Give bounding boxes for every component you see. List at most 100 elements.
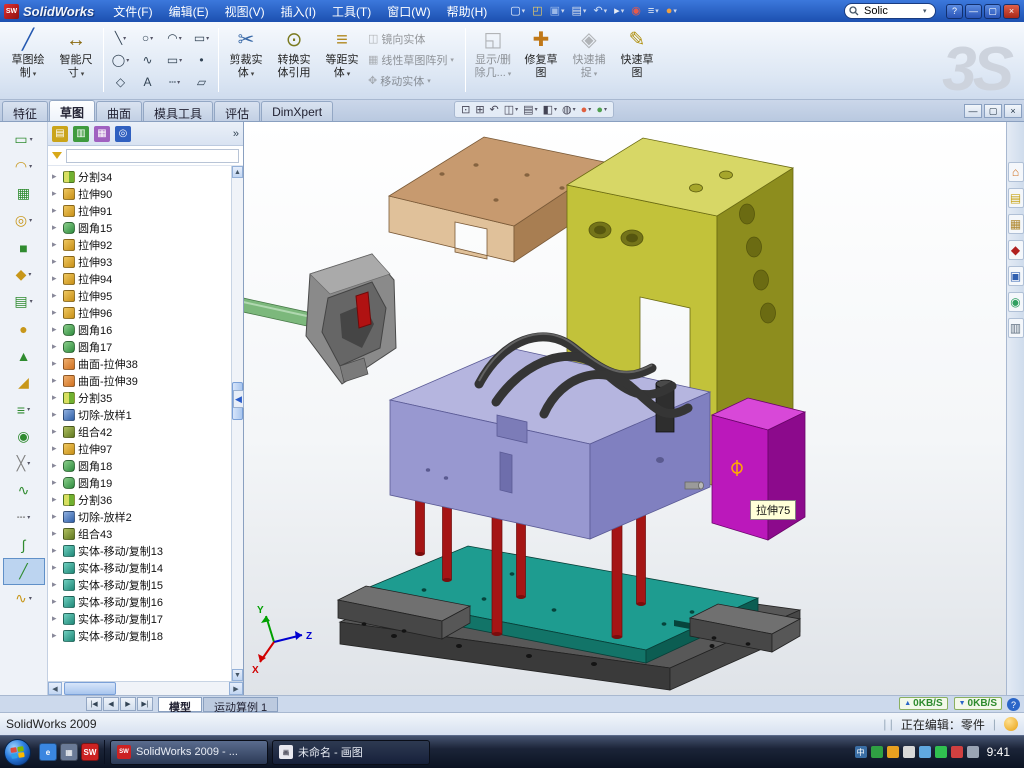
show-desktop-icon[interactable]: ▦: [60, 743, 78, 761]
scroll-down-icon[interactable]: ▼: [232, 669, 243, 681]
zoom-fit-icon[interactable]: ⊡: [461, 103, 470, 116]
previous-view-icon[interactable]: ↶: [490, 103, 499, 116]
scroll-left-icon[interactable]: ◀: [48, 682, 62, 695]
tab-features[interactable]: 特征: [2, 101, 48, 121]
sketch-rect-tool-button[interactable]: ▭▾: [3, 126, 45, 153]
tab-evaluate[interactable]: 评估: [214, 101, 260, 121]
expand-icon[interactable]: ▸: [52, 256, 60, 267]
expand-icon[interactable]: ▸: [52, 188, 60, 199]
sketch-button[interactable]: ╱草图绘制 ▾: [4, 25, 52, 93]
spline-tool-icon[interactable]: ∿: [134, 49, 161, 71]
section-view-icon[interactable]: ◫▾: [504, 103, 518, 116]
select-arrow-icon[interactable]: ▸▾: [612, 5, 626, 18]
arc-tool-button[interactable]: ◠▾: [3, 153, 45, 180]
tray-update-icon[interactable]: [887, 746, 899, 758]
tree-item[interactable]: ▸分割36: [48, 491, 231, 508]
close-button[interactable]: ×: [1003, 4, 1020, 19]
solidworks-launcher-icon[interactable]: SW: [81, 743, 99, 761]
start-button[interactable]: [4, 739, 31, 766]
spline-tool-button[interactable]: ∿: [3, 477, 45, 504]
linear-sketch-pattern-button[interactable]: ▦线性草图阵列▾: [366, 49, 462, 70]
tab-mold-tools[interactable]: 模具工具: [143, 101, 213, 121]
move-entities-button[interactable]: ✥移动实体▾: [366, 70, 462, 91]
menu-item[interactable]: 文件(F): [106, 1, 159, 22]
tree-item[interactable]: ▸拉伸92: [48, 236, 231, 253]
offset-tool-button[interactable]: ≡▾: [3, 396, 45, 423]
tree-item[interactable]: ▸拉伸94: [48, 270, 231, 287]
rebuild-icon[interactable]: ◉: [629, 5, 643, 18]
tree-item[interactable]: ▸实体-移动/复制15: [48, 576, 231, 593]
tree-vertical-scrollbar[interactable]: ▲ ▼: [231, 166, 243, 681]
expand-icon[interactable]: ▸: [52, 579, 60, 590]
tab-surfaces[interactable]: 曲面: [96, 101, 142, 121]
expand-icon[interactable]: ▸: [52, 630, 60, 641]
scroll-right-icon[interactable]: ▶: [229, 682, 243, 695]
construction-line-tool-icon[interactable]: ┄▾: [161, 71, 188, 93]
doc-nav-button[interactable]: ▶|: [137, 697, 153, 711]
polygon-tool-button[interactable]: ◆▾: [3, 261, 45, 288]
tray-antivirus-icon[interactable]: [871, 746, 883, 758]
scrollbar-thumb[interactable]: [64, 682, 116, 695]
tree-item[interactable]: ▸拉伸97: [48, 440, 231, 457]
new-document-icon[interactable]: ▢▾: [508, 5, 527, 18]
taskpane-design-library-icon[interactable]: ▤: [1008, 188, 1024, 208]
tree-item[interactable]: ▸分割35: [48, 389, 231, 406]
taskpane-view-palette-icon[interactable]: ▣: [1008, 266, 1024, 286]
expand-icon[interactable]: ▸: [52, 358, 60, 369]
tree-item[interactable]: ▸拉伸96: [48, 304, 231, 321]
tree-item[interactable]: ▸圆角19: [48, 474, 231, 491]
tree-item[interactable]: ▸组合43: [48, 525, 231, 542]
doc-tab-model[interactable]: 模型: [158, 697, 202, 712]
internet-explorer-icon[interactable]: e: [39, 743, 57, 761]
arc-tool-icon[interactable]: ◠▾: [161, 27, 188, 49]
tree-item[interactable]: ▸分割34: [48, 168, 231, 185]
doc-nav-button[interactable]: ◀: [103, 697, 119, 711]
configurationmanager-icon[interactable]: ▦: [94, 126, 110, 142]
expand-icon[interactable]: ▸: [52, 290, 60, 301]
graphics-area[interactable]: Y Z X 拉伸75: [244, 122, 1006, 695]
wedge-tool-button[interactable]: ▲: [3, 342, 45, 369]
point-tool-icon[interactable]: •: [188, 49, 215, 71]
text-tool-icon[interactable]: A: [134, 71, 161, 93]
smart-dimension-button[interactable]: ↔智能尺寸 ▾: [52, 25, 100, 93]
expand-icon[interactable]: ▸: [52, 596, 60, 607]
expand-icon[interactable]: ▸: [52, 392, 60, 403]
tray-security-alert-icon[interactable]: [951, 746, 963, 758]
tree-item[interactable]: ▸实体-移动/复制14: [48, 559, 231, 576]
tree-item[interactable]: ▸圆角16: [48, 321, 231, 338]
expand-icon[interactable]: ▸: [52, 528, 60, 539]
pattern-tool-button[interactable]: ▤▾: [3, 288, 45, 315]
tree-item[interactable]: ▸圆角18: [48, 457, 231, 474]
taskpane-file-explorer-icon[interactable]: ▦: [1008, 214, 1024, 234]
undo-icon[interactable]: ↶▾: [591, 5, 609, 18]
tab-sketch[interactable]: 草图: [49, 100, 95, 121]
maximize-button[interactable]: ▢: [984, 4, 1001, 19]
tree-item[interactable]: ▸实体-移动/复制17: [48, 610, 231, 627]
construction-tool-button[interactable]: ┄▾: [3, 504, 45, 531]
tray-battery-icon[interactable]: [967, 746, 979, 758]
menu-item[interactable]: 帮助(H): [440, 1, 495, 22]
taskpane-appearances-icon[interactable]: ◉: [1008, 292, 1024, 312]
plane-tool-icon[interactable]: ▱: [188, 71, 215, 93]
menu-item[interactable]: 编辑(E): [162, 1, 216, 22]
taskpane-resources-icon[interactable]: ⌂: [1008, 162, 1024, 182]
expand-icon[interactable]: ▸: [52, 324, 60, 335]
doc-tab-motion-study[interactable]: 运动算例 1: [203, 697, 278, 712]
panel-overflow-chevron[interactable]: »: [233, 128, 239, 140]
doc-minimize-button[interactable]: —: [964, 104, 982, 118]
trim-tool-button[interactable]: ╳▾: [3, 450, 45, 477]
trim-entities-button[interactable]: ✂剪裁实体 ▾: [222, 25, 270, 93]
scroll-up-icon[interactable]: ▲: [232, 166, 243, 178]
tree-item[interactable]: ▸组合42: [48, 423, 231, 440]
circle-tool-button[interactable]: ◎▾: [3, 207, 45, 234]
grid-tool-button[interactable]: ▦: [3, 180, 45, 207]
tree-item[interactable]: ▸实体-移动/复制16: [48, 593, 231, 610]
tree-item[interactable]: ▸圆角15: [48, 219, 231, 236]
expand-icon[interactable]: ▸: [52, 494, 60, 505]
taskpane-custom-properties-icon[interactable]: ▥: [1008, 318, 1024, 338]
rapid-sketch-button[interactable]: ✎快速草图: [613, 25, 661, 93]
expand-icon[interactable]: ▸: [52, 307, 60, 318]
line-tool-button[interactable]: ╱: [3, 558, 45, 585]
tray-network-icon[interactable]: [919, 746, 931, 758]
search-caret-icon[interactable]: ▾: [923, 7, 927, 15]
